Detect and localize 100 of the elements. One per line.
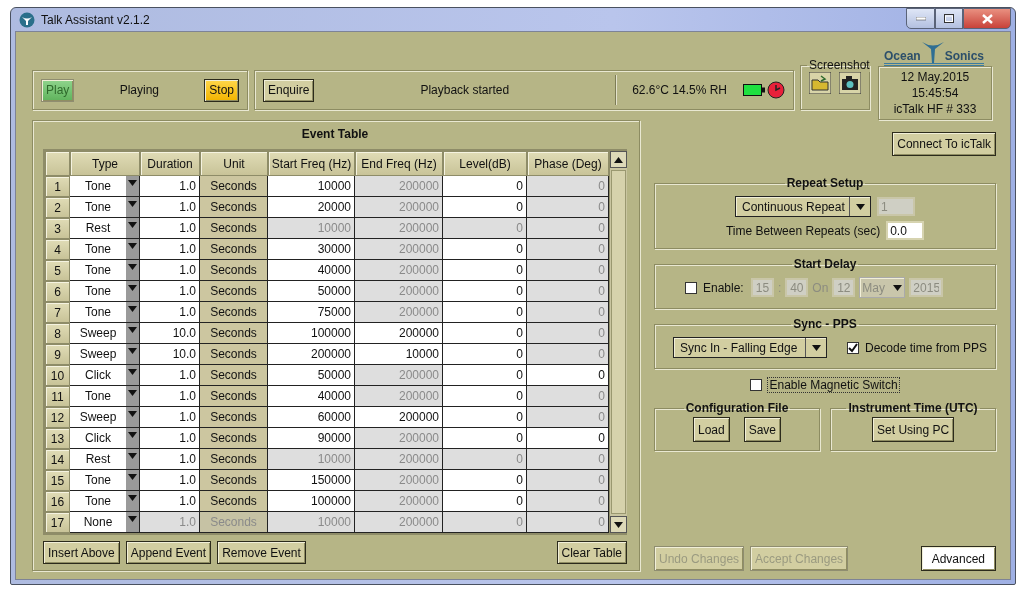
folder-icon[interactable] bbox=[809, 72, 831, 94]
column-header[interactable]: Duration bbox=[140, 151, 200, 176]
table-cell[interactable]: 1.0 bbox=[140, 302, 200, 323]
type-dropdown[interactable]: Tone bbox=[70, 491, 140, 512]
column-header[interactable]: Unit bbox=[200, 151, 268, 176]
column-header[interactable]: Level(dB) bbox=[443, 151, 527, 176]
table-cell[interactable]: Seconds bbox=[200, 302, 268, 323]
connect-button[interactable]: Connect To icTalk bbox=[892, 132, 997, 156]
table-cell[interactable]: 50000 bbox=[268, 281, 355, 302]
type-dropdown[interactable]: Rest bbox=[70, 449, 140, 470]
column-header[interactable]: Start Freq (Hz) bbox=[268, 151, 355, 176]
clear-table-button[interactable]: Clear Table bbox=[556, 541, 627, 564]
table-cell[interactable]: Seconds bbox=[200, 407, 268, 428]
table-cell[interactable]: 0 bbox=[527, 428, 609, 449]
action-button[interactable]: Remove Event bbox=[217, 541, 306, 564]
table-cell[interactable]: 0 bbox=[443, 491, 527, 512]
set-time-button[interactable]: Set Using PC bbox=[872, 417, 955, 442]
table-cell[interactable]: Seconds bbox=[200, 449, 268, 470]
checkbox[interactable] bbox=[685, 281, 697, 294]
table-cell[interactable]: 1.0 bbox=[140, 386, 200, 407]
type-dropdown[interactable]: Tone bbox=[70, 239, 140, 260]
camera-icon[interactable] bbox=[839, 72, 861, 94]
enquire-button[interactable]: Enquire bbox=[263, 78, 315, 102]
table-cell[interactable]: 40000 bbox=[268, 386, 355, 407]
table-cell[interactable]: 0 bbox=[443, 470, 527, 491]
table-cell[interactable]: 0 bbox=[443, 197, 527, 218]
type-dropdown[interactable]: Tone bbox=[70, 386, 140, 407]
config-button[interactable]: Save bbox=[743, 417, 782, 442]
table-cell[interactable]: Seconds bbox=[200, 470, 268, 491]
table-cell[interactable]: 50000 bbox=[268, 365, 355, 386]
table-cell[interactable]: 100000 bbox=[268, 323, 355, 344]
table-cell[interactable]: 0 bbox=[443, 428, 527, 449]
table-cell[interactable]: 90000 bbox=[268, 428, 355, 449]
table-cell[interactable]: Seconds bbox=[200, 176, 268, 197]
table-cell[interactable]: 0 bbox=[443, 365, 527, 386]
table-cell[interactable]: 1.0 bbox=[140, 491, 200, 512]
table-cell[interactable]: 10000 bbox=[355, 344, 443, 365]
table-cell[interactable]: Seconds bbox=[200, 491, 268, 512]
table-cell[interactable]: 0 bbox=[443, 239, 527, 260]
type-dropdown[interactable]: Sweep bbox=[70, 407, 140, 428]
type-dropdown[interactable]: Click bbox=[70, 428, 140, 449]
table-cell[interactable]: 0 bbox=[443, 302, 527, 323]
table-cell[interactable]: 10.0 bbox=[140, 323, 200, 344]
table-cell[interactable]: Seconds bbox=[200, 218, 268, 239]
table-cell[interactable]: 0 bbox=[443, 323, 527, 344]
type-dropdown[interactable]: Tone bbox=[70, 281, 140, 302]
table-cell[interactable]: Seconds bbox=[200, 365, 268, 386]
table-cell[interactable]: 0 bbox=[443, 344, 527, 365]
sync-mode-dropdown[interactable]: Sync In - Falling Edge bbox=[673, 337, 827, 358]
table-cell[interactable]: 60000 bbox=[268, 407, 355, 428]
table-cell[interactable]: Seconds bbox=[200, 323, 268, 344]
type-dropdown[interactable]: Tone bbox=[70, 470, 140, 491]
table-cell[interactable]: 200000 bbox=[355, 323, 443, 344]
table-cell[interactable]: 75000 bbox=[268, 302, 355, 323]
table-cell[interactable]: 0 bbox=[443, 407, 527, 428]
type-dropdown[interactable]: Sweep bbox=[70, 344, 140, 365]
scrollbar[interactable] bbox=[609, 151, 627, 533]
column-header[interactable]: End Freq (Hz) bbox=[355, 151, 443, 176]
close-button[interactable] bbox=[963, 8, 1011, 29]
table-cell[interactable]: 0 bbox=[527, 365, 609, 386]
column-header[interactable]: Type bbox=[70, 151, 140, 176]
table-cell[interactable]: 100000 bbox=[268, 491, 355, 512]
table-cell[interactable]: 1.0 bbox=[140, 449, 200, 470]
table-cell[interactable]: Seconds bbox=[200, 260, 268, 281]
table-cell[interactable]: 1.0 bbox=[140, 407, 200, 428]
stop-button[interactable]: Stop bbox=[204, 78, 239, 102]
table-cell[interactable]: Seconds bbox=[200, 344, 268, 365]
type-dropdown[interactable]: Click bbox=[70, 365, 140, 386]
action-button[interactable]: Append Event bbox=[125, 541, 212, 564]
action-button[interactable]: Insert Above bbox=[43, 541, 120, 564]
table-cell[interactable]: 200000 bbox=[268, 344, 355, 365]
type-dropdown[interactable]: Tone bbox=[70, 176, 140, 197]
table-cell[interactable]: 0 bbox=[443, 176, 527, 197]
column-header[interactable]: Phase (Deg) bbox=[527, 151, 609, 176]
minimize-button[interactable] bbox=[906, 8, 935, 29]
type-dropdown[interactable]: Tone bbox=[70, 302, 140, 323]
config-button[interactable]: Load bbox=[692, 417, 730, 442]
table-cell[interactable]: 1.0 bbox=[140, 218, 200, 239]
footer-button[interactable]: Advanced bbox=[920, 546, 997, 571]
type-dropdown[interactable]: Sweep bbox=[70, 323, 140, 344]
checkbox[interactable] bbox=[750, 379, 763, 391]
table-cell[interactable]: 1.0 bbox=[140, 239, 200, 260]
table-cell[interactable]: 1.0 bbox=[140, 281, 200, 302]
table-cell[interactable]: 1.0 bbox=[140, 365, 200, 386]
table-cell[interactable]: 30000 bbox=[268, 239, 355, 260]
table-cell[interactable]: 10.0 bbox=[140, 344, 200, 365]
table-cell[interactable]: 150000 bbox=[268, 470, 355, 491]
table-cell[interactable]: Seconds bbox=[200, 281, 268, 302]
table-cell[interactable]: 1.0 bbox=[140, 176, 200, 197]
table-cell[interactable]: 0 bbox=[443, 386, 527, 407]
type-dropdown[interactable]: Tone bbox=[70, 260, 140, 281]
table-cell[interactable]: 1.0 bbox=[140, 260, 200, 281]
table-cell[interactable]: 40000 bbox=[268, 260, 355, 281]
type-dropdown[interactable]: Tone bbox=[70, 197, 140, 218]
repeat-mode-dropdown[interactable]: Continuous Repeat bbox=[735, 196, 871, 217]
table-cell[interactable]: 20000 bbox=[268, 197, 355, 218]
table-cell[interactable]: 200000 bbox=[355, 407, 443, 428]
type-dropdown[interactable]: Rest bbox=[70, 218, 140, 239]
type-dropdown[interactable]: None bbox=[70, 512, 140, 533]
table-cell[interactable]: Seconds bbox=[200, 197, 268, 218]
